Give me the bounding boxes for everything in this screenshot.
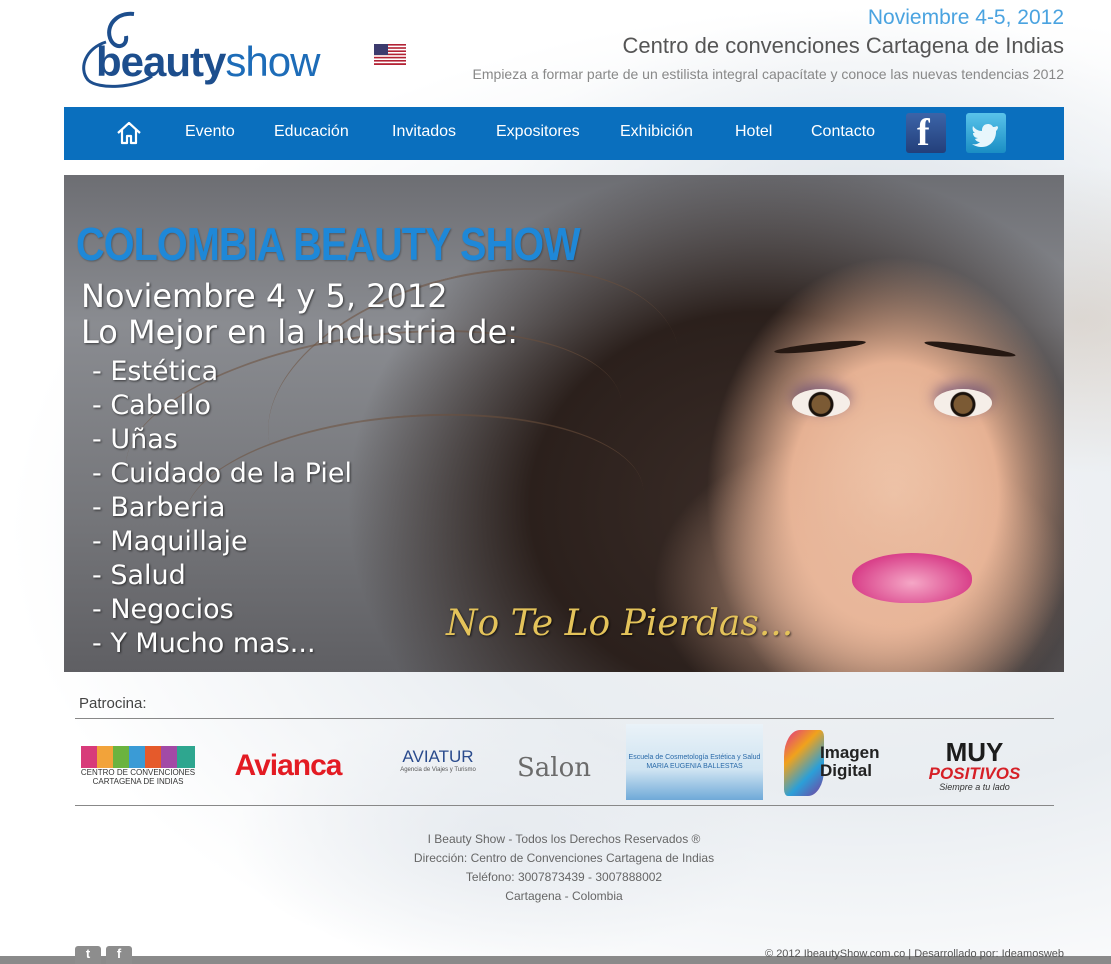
butterfly-icon [784, 730, 824, 796]
muy-subtext: Siempre a tu lado [939, 781, 1010, 792]
banner-date: Noviembre 4 y 5, 2012 [81, 277, 448, 315]
positivos-text: POSITIVOS [928, 763, 1021, 783]
aviatur-subtext: Agencia de Viajes y Turismo [400, 767, 476, 773]
imagen-text: Imagen Digital [820, 743, 880, 780]
sponsor-aviatur-logo[interactable]: AVIATUR Agencia de Viajes y Turismo [390, 730, 486, 790]
ccci-text: CENTRO DE CONVENCIONES CARTAGENA DE INDI… [80, 768, 196, 786]
us-flag-icon[interactable] [374, 44, 406, 65]
twitter-footer-icon[interactable]: t [75, 946, 101, 964]
escuela-text: Escuela de Cosmetología Estética y Salud… [628, 754, 761, 770]
list-item: - Uñas [92, 424, 178, 455]
event-venue: Centro de convenciones Cartagena de Indi… [622, 33, 1064, 58]
footer-phone: Teléfono: 3007873439 - 3007888002 [465, 870, 663, 884]
facebook-footer-icon[interactable]: f [106, 946, 132, 964]
left-eye [792, 389, 850, 417]
logo-text-show: show [225, 38, 320, 85]
nav-expositores[interactable]: Expositores [496, 123, 580, 141]
list-item: - Estética [92, 356, 219, 387]
aviatur-text: AVIATUR [402, 747, 474, 766]
nav-evento[interactable]: Evento [185, 123, 235, 141]
divider [75, 805, 1054, 806]
sponsor-ccci-logo[interactable]: CENTRO DE CONVENCIONES CARTAGENA DE INDI… [80, 740, 196, 792]
home-icon[interactable] [115, 119, 143, 147]
lips [852, 553, 972, 603]
facebook-icon[interactable]: f [906, 112, 946, 154]
sponsor-imagen-digital-logo[interactable]: Imagen Digital [784, 730, 899, 798]
footer-city: Cartagena - Colombia [505, 889, 623, 903]
list-item: - Salud [92, 560, 186, 591]
sponsor-salon-logo[interactable]: Salon [504, 752, 604, 784]
list-item: - Cabello [92, 390, 211, 421]
list-item: - Cuidado de la Piel [92, 458, 352, 489]
sponsor-escuela-logo[interactable]: Escuela de Cosmetología Estética y Salud… [626, 724, 763, 800]
muy-text: MUY [945, 736, 1004, 767]
ccci-graphic [81, 746, 195, 768]
list-item: - Barberia [92, 492, 226, 523]
event-tagline: Empieza a formar parte de un estilista i… [472, 66, 1064, 82]
main-nav: Evento Educación Invitados Expositores E… [64, 107, 1064, 160]
avianca-text: Avianca [234, 749, 343, 782]
right-eyebrow [923, 338, 1017, 360]
list-item: - Y Mucho mas... [92, 628, 316, 659]
nav-contacto[interactable]: Contacto [811, 123, 875, 141]
sponsors-label: Patrocina: [79, 695, 147, 712]
footer-address: Dirección: Centro de Convenciones Cartag… [413, 851, 715, 865]
salon-text: Salon [516, 753, 592, 783]
logo-text: beautyshow [96, 38, 320, 86]
list-item: - Negocios [92, 594, 234, 625]
event-date: Noviembre 4-5, 2012 [867, 6, 1064, 29]
list-item: - Maquillaje [92, 526, 248, 557]
banner-list: - Estética - Cabello - Uñas - Cuidado de… [92, 355, 352, 661]
nav-invitados[interactable]: Invitados [392, 123, 456, 141]
nav-educacion[interactable]: Educación [274, 123, 349, 141]
banner-cta: No Te Lo Pierdas... [446, 603, 794, 644]
twitter-icon[interactable] [966, 113, 1006, 153]
banner-title: COLOMBIA BEAUTY SHOW [76, 218, 581, 270]
beautyshow-logo[interactable]: beautyshow [76, 8, 356, 92]
nav-exhibicion[interactable]: Exhibición [620, 123, 693, 141]
hero-banner[interactable]: COLOMBIA BEAUTY SHOW Noviembre 4 y 5, 20… [64, 175, 1064, 672]
footer-copyright[interactable]: © 2012 IbeautyShow.com.co | Desarrollado… [765, 948, 1064, 960]
sponsor-avianca-logo[interactable]: Avianca [213, 748, 363, 784]
left-eyebrow [773, 338, 867, 356]
banner-subtitle: Lo Mejor en la Industria de: [81, 313, 519, 351]
logo-text-beauty: beauty [96, 38, 226, 85]
divider [75, 718, 1054, 719]
right-eye [934, 389, 992, 417]
sponsor-muy-positivos-logo[interactable]: MUY POSITIVOS Siempre a tu lado [922, 732, 1027, 798]
nav-hotel[interactable]: Hotel [735, 123, 772, 141]
footer-rights: I Beauty Show - Todos los Derechos Reser… [427, 832, 701, 846]
